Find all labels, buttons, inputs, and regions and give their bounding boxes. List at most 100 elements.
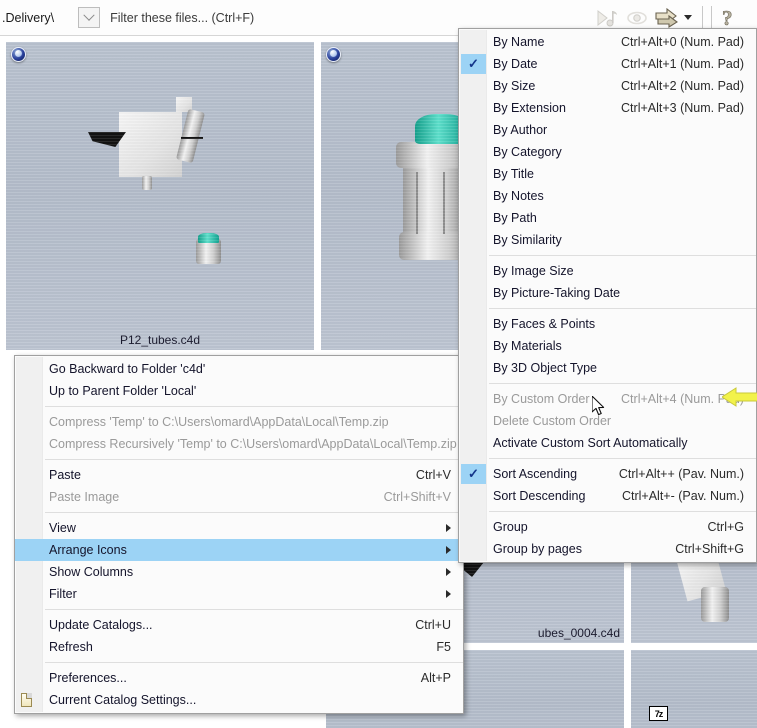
- media-play-note-glyph: [597, 9, 617, 26]
- menu-item-accelerator: Ctrl+Alt+0 (Num. Pad): [621, 35, 744, 49]
- menu-item-label: Filter: [49, 587, 77, 601]
- menu-item-preferences[interactable]: Preferences... Alt+P: [15, 667, 463, 689]
- menu-item-label: Current Catalog Settings...: [49, 693, 197, 707]
- menu-separator: [45, 459, 463, 460]
- 7z-archive-badge-icon: 7z: [649, 706, 668, 721]
- submenu-item-by-picture-taking-date[interactable]: By Picture-Taking Date: [459, 282, 756, 304]
- submenu-item-by-image-size[interactable]: By Image Size: [459, 260, 756, 282]
- menu-item-compress: Compress 'Temp' to C:\Users\omard\AppDat…: [15, 411, 463, 433]
- chevron-right-icon: [446, 590, 451, 598]
- submenu-item-group[interactable]: Group Ctrl+G: [459, 516, 756, 538]
- thumbnail-label: P12: [631, 626, 757, 640]
- submenu-item-by-similarity[interactable]: By Similarity: [459, 229, 756, 251]
- menu-item-current-catalog-settings[interactable]: Current Catalog Settings...: [15, 689, 463, 711]
- menu-item-label: Up to Parent Folder 'Local': [49, 384, 197, 398]
- menu-item-label: Paste: [49, 468, 81, 482]
- menu-item-go-backward[interactable]: Go Backward to Folder 'c4d': [15, 358, 463, 380]
- menu-item-accelerator: Ctrl+V: [415, 468, 451, 482]
- submenu-item-delete-custom-order: Delete Custom Order: [459, 410, 756, 432]
- preview-eye-glyph: [627, 11, 647, 24]
- c4d-file-badge-icon: [326, 47, 341, 62]
- c4d-file-badge-icon: [11, 47, 26, 62]
- submenu-item-activate-custom-sort[interactable]: Activate Custom Sort Automatically: [459, 432, 756, 454]
- menu-separator: [489, 308, 756, 309]
- menu-item-accelerator: Ctrl+U: [415, 618, 451, 632]
- menu-item-label: Group: [493, 520, 528, 534]
- submenu-item-by-size[interactable]: By Size Ctrl+Alt+2 (Num. Pad): [459, 75, 756, 97]
- menu-separator: [45, 406, 463, 407]
- menu-item-label: By Notes: [493, 189, 544, 203]
- menu-item-accelerator: Ctrl+Shift+G: [675, 542, 744, 556]
- submenu-item-by-author[interactable]: By Author: [459, 119, 756, 141]
- submenu-item-group-by-pages[interactable]: Group by pages Ctrl+Shift+G: [459, 538, 756, 560]
- yellow-callout-arrow: [722, 387, 757, 407]
- menu-item-up-to-parent[interactable]: Up to Parent Folder 'Local': [15, 380, 463, 402]
- menu-item-label: Show Columns: [49, 565, 134, 579]
- convert-arrow-glyph: [655, 7, 678, 28]
- menu-separator: [45, 512, 463, 513]
- submenu-item-sort-descending[interactable]: Sort Descending Ctrl+Alt+- (Pav. Num.): [459, 485, 756, 507]
- menu-item-accelerator: Alt+P: [420, 671, 451, 685]
- submenu-item-by-extension[interactable]: By Extension Ctrl+Alt+3 (Num. Pad): [459, 97, 756, 119]
- convert-dropdown-caret-icon[interactable]: [684, 15, 692, 20]
- filter-control[interactable]: Filter these files... (Ctrl+F): [78, 7, 254, 28]
- menu-item-label: Paste Image: [49, 490, 120, 504]
- menu-separator: [45, 609, 463, 610]
- thumbnail-cell[interactable]: 7z: [630, 649, 757, 728]
- menu-item-paste-image: Paste Image Ctrl+Shift+V: [15, 486, 463, 508]
- chevron-down-icon: [83, 9, 95, 21]
- filter-input-placeholder[interactable]: Filter these files... (Ctrl+F): [110, 11, 254, 25]
- toolbar-separator-1: [711, 5, 712, 30]
- menu-item-label: Compress Recursively 'Temp' to C:\Users\…: [49, 437, 457, 451]
- menu-item-label: By Faces & Points: [493, 317, 596, 331]
- chevron-right-icon: [446, 568, 451, 576]
- menu-separator: [489, 511, 756, 512]
- submenu-item-by-faces-and-points[interactable]: By Faces & Points: [459, 313, 756, 335]
- submenu-item-by-category[interactable]: By Category: [459, 141, 756, 163]
- context-menu[interactable]: Go Backward to Folder 'c4d' Up to Parent…: [14, 355, 464, 714]
- menu-item-label: Compress 'Temp' to C:\Users\omard\AppDat…: [49, 415, 389, 429]
- submenu-item-by-title[interactable]: By Title: [459, 163, 756, 185]
- menu-item-accelerator: Ctrl+Shift+V: [383, 490, 451, 504]
- submenu-item-by-date[interactable]: ✓ By Date Ctrl+Alt+1 (Num. Pad): [459, 53, 756, 75]
- path-breadcrumb[interactable]: .Delivery\: [2, 11, 54, 25]
- menu-item-label: Group by pages: [493, 542, 582, 556]
- menu-item-show-columns[interactable]: Show Columns: [15, 561, 463, 583]
- menu-item-paste[interactable]: Paste Ctrl+V: [15, 464, 463, 486]
- submenu-item-by-3d-object-type[interactable]: By 3D Object Type: [459, 357, 756, 379]
- menu-item-accelerator: Ctrl+Alt+3 (Num. Pad): [621, 101, 744, 115]
- thumbnail-cell[interactable]: P12_tubes.c4d: [5, 41, 315, 351]
- checkmark-icon: ✓: [461, 464, 486, 484]
- menu-item-view[interactable]: View: [15, 517, 463, 539]
- thumbnail-label: P12_tubes.c4d: [119, 333, 201, 347]
- menu-item-label: By Author: [493, 123, 548, 137]
- submenu-item-sort-ascending[interactable]: ✓ Sort Ascending Ctrl+Alt++ (Pav. Num.): [459, 463, 756, 485]
- document-icon: [21, 693, 32, 707]
- menu-item-refresh[interactable]: Refresh F5: [15, 636, 463, 658]
- help-question-glyph: ?: [722, 6, 733, 30]
- chevron-right-icon: [446, 524, 451, 532]
- menu-item-label: By Custom Order: [493, 392, 590, 406]
- menu-item-label: By Image Size: [493, 264, 574, 278]
- menu-item-compress-recursively: Compress Recursively 'Temp' to C:\Users\…: [15, 433, 463, 455]
- menu-item-accelerator: Ctrl+Alt+1 (Num. Pad): [621, 57, 744, 71]
- menu-item-arrange-icons[interactable]: Arrange Icons: [15, 539, 463, 561]
- menu-item-filter[interactable]: Filter: [15, 583, 463, 605]
- menu-item-label: Update Catalogs...: [49, 618, 153, 632]
- menu-item-label: By 3D Object Type: [493, 361, 597, 375]
- submenu-item-by-path[interactable]: By Path: [459, 207, 756, 229]
- menu-item-label: Refresh: [49, 640, 93, 654]
- svg-text:?: ?: [722, 6, 733, 30]
- submenu-item-by-name[interactable]: By Name Ctrl+Alt+0 (Num. Pad): [459, 31, 756, 53]
- menu-item-label: Delete Custom Order: [493, 414, 612, 428]
- menu-item-label: By Category: [493, 145, 562, 159]
- menu-item-update-catalogs[interactable]: Update Catalogs... Ctrl+U: [15, 614, 463, 636]
- submenu-item-by-notes[interactable]: By Notes: [459, 185, 756, 207]
- menu-item-label: By Materials: [493, 339, 562, 353]
- menu-item-label: Sort Ascending: [493, 467, 578, 481]
- menu-item-label: By Size: [493, 79, 536, 93]
- submenu-item-by-materials[interactable]: By Materials: [459, 335, 756, 357]
- filter-dropdown-button[interactable]: [78, 7, 101, 28]
- checkmark-icon: ✓: [461, 54, 486, 74]
- arrange-icons-submenu[interactable]: By Name Ctrl+Alt+0 (Num. Pad) ✓ By Date …: [458, 28, 757, 563]
